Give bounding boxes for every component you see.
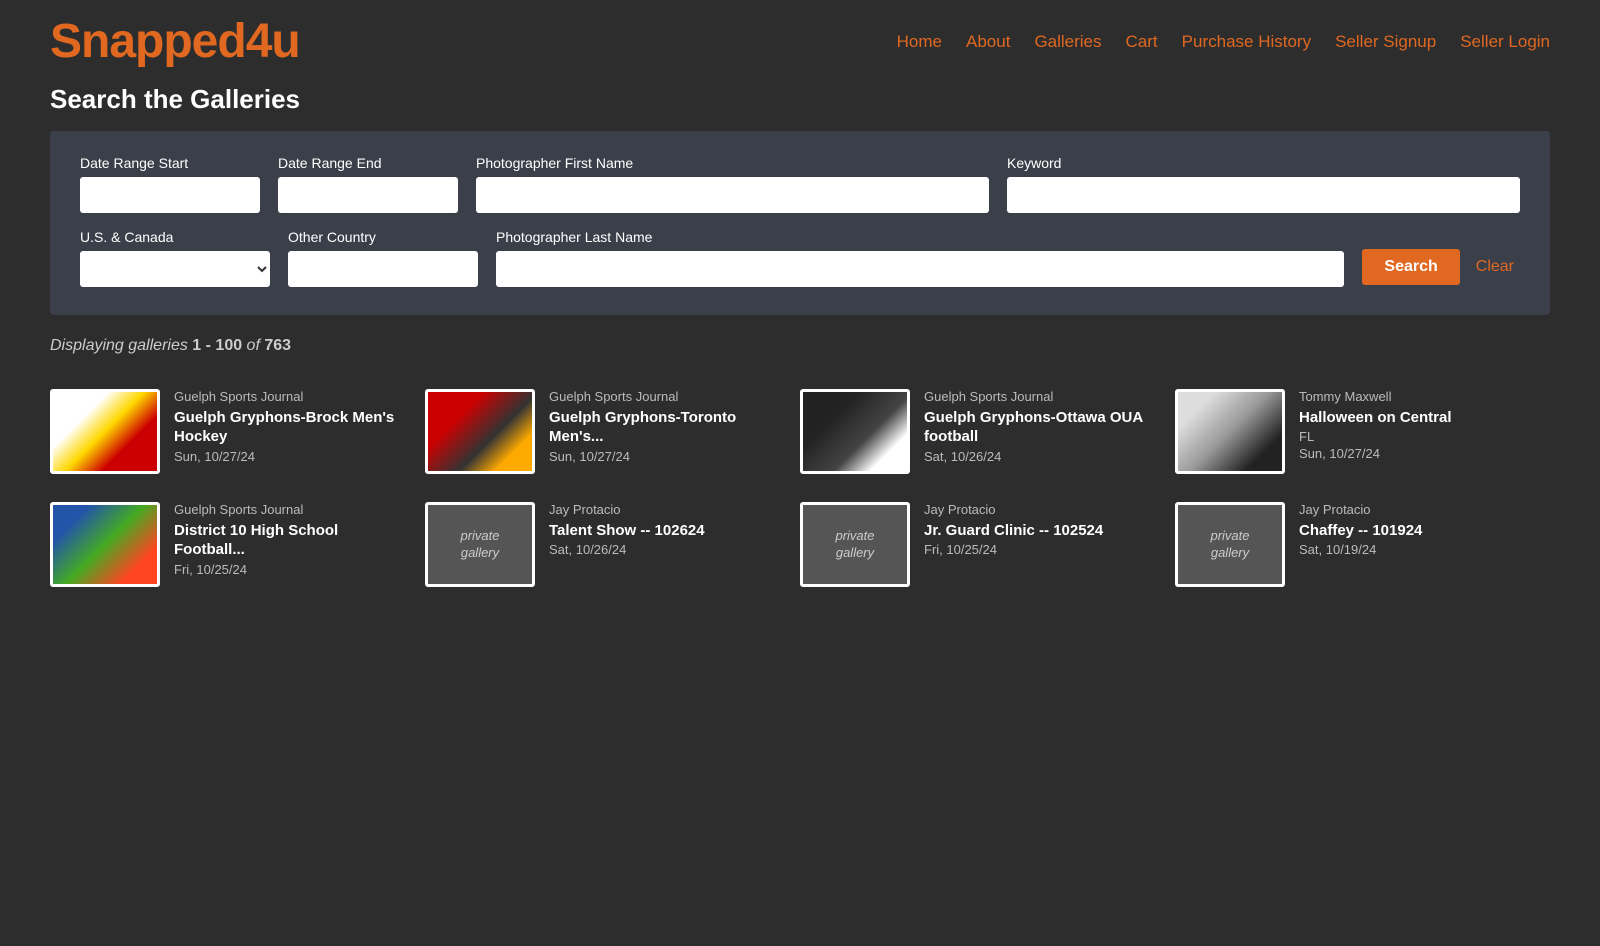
gallery-item[interactable]: Guelph Sports Journal Guelph Gryphons-Ot… [800, 389, 1175, 474]
gallery-thumbnail-private: privategallery [800, 502, 910, 587]
other-country-group: Other Country [288, 229, 478, 287]
gallery-org: Guelph Sports Journal [924, 389, 1155, 406]
logo-text-after: u [271, 15, 299, 68]
date-range-start-input[interactable] [80, 177, 260, 213]
nav-seller-signup[interactable]: Seller Signup [1335, 32, 1436, 52]
gallery-org: Guelph Sports Journal [174, 389, 405, 406]
gallery-org: Guelph Sports Journal [549, 389, 780, 406]
gallery-org: Jay Protacio [924, 502, 1103, 519]
gallery-thumbnail-private: privategallery [425, 502, 535, 587]
gallery-org: Jay Protacio [1299, 502, 1422, 519]
photographer-last-name-input[interactable] [496, 251, 1344, 287]
nav-home[interactable]: Home [897, 32, 942, 52]
search-row-2: U.S. & Canada United States Canada Other… [80, 229, 1520, 287]
gallery-info: Guelph Sports Journal Guelph Gryphons-To… [549, 389, 780, 464]
private-label: privategallery [460, 528, 499, 562]
photographer-first-name-group: Photographer First Name [476, 155, 989, 213]
date-range-start-label: Date Range Start [80, 155, 260, 171]
gallery-thumbnail [425, 389, 535, 474]
gallery-date: Sat, 10/26/24 [549, 542, 705, 557]
results-display-text: Displaying galleries 1 - 100 of 763 [50, 337, 291, 354]
gallery-date: Sun, 10/27/24 [549, 449, 780, 464]
photographer-last-name-label: Photographer Last Name [496, 229, 1344, 245]
site-logo[interactable]: Snapped4u [50, 18, 300, 66]
gallery-date: Sun, 10/27/24 [1299, 446, 1452, 461]
results-info: Displaying galleries 1 - 100 of 763 [0, 315, 1600, 365]
nav-galleries[interactable]: Galleries [1034, 32, 1101, 52]
gallery-row-2: Guelph Sports Journal District 10 High S… [50, 488, 1550, 601]
gallery-title: Halloween on Central [1299, 408, 1452, 428]
gallery-title: Chaffey -- 101924 [1299, 521, 1422, 541]
gallery-title: Guelph Gryphons-Toronto Men's... [549, 408, 780, 447]
nav-about[interactable]: About [966, 32, 1010, 52]
gallery-location: FL [1299, 429, 1452, 444]
photographer-first-name-label: Photographer First Name [476, 155, 989, 171]
gallery-info: Tommy Maxwell Halloween on Central FL Su… [1299, 389, 1452, 461]
gallery-title: Guelph Gryphons-Ottawa OUA football [924, 408, 1155, 447]
search-row-1: Date Range Start Date Range End Photogra… [80, 155, 1520, 213]
gallery-org: Guelph Sports Journal [174, 502, 405, 519]
gallery-org: Jay Protacio [549, 502, 705, 519]
gallery-item[interactable]: Guelph Sports Journal Guelph Gryphons-To… [425, 389, 800, 474]
other-country-input[interactable] [288, 251, 478, 287]
nav-purchase-history[interactable]: Purchase History [1182, 32, 1311, 52]
gallery-item[interactable]: Guelph Sports Journal Guelph Gryphons-Br… [50, 389, 425, 474]
keyword-group: Keyword [1007, 155, 1520, 213]
gallery-title: Guelph Gryphons-Brock Men's Hockey [174, 408, 405, 447]
logo-highlight: 4 [246, 15, 272, 68]
date-range-end-group: Date Range End [278, 155, 458, 213]
gallery-thumbnail [800, 389, 910, 474]
gallery-date: Sat, 10/26/24 [924, 449, 1155, 464]
gallery-info: Guelph Sports Journal Guelph Gryphons-Br… [174, 389, 405, 464]
gallery-item[interactable]: privategallery Jay Protacio Talent Show … [425, 502, 800, 587]
gallery-thumbnail [1175, 389, 1285, 474]
gallery-thumbnail [50, 502, 160, 587]
date-range-start-group: Date Range Start [80, 155, 260, 213]
private-label: privategallery [1210, 528, 1249, 562]
date-range-end-label: Date Range End [278, 155, 458, 171]
us-canada-label: U.S. & Canada [80, 229, 270, 245]
gallery-title: Jr. Guard Clinic -- 102524 [924, 521, 1103, 541]
private-label: privategallery [835, 528, 874, 562]
gallery-info: Guelph Sports Journal District 10 High S… [174, 502, 405, 577]
search-panel: Date Range Start Date Range End Photogra… [50, 131, 1550, 315]
photographer-last-name-group: Photographer Last Name [496, 229, 1344, 287]
gallery-thumbnail [50, 389, 160, 474]
search-button[interactable]: Search [1362, 249, 1459, 285]
photographer-first-name-input[interactable] [476, 177, 989, 213]
gallery-info: Guelph Sports Journal Guelph Gryphons-Ot… [924, 389, 1155, 464]
gallery-info: Jay Protacio Chaffey -- 101924 Sat, 10/1… [1299, 502, 1422, 557]
keyword-label: Keyword [1007, 155, 1520, 171]
page-title: Search the Galleries [0, 76, 1600, 131]
nav-seller-login[interactable]: Seller Login [1460, 32, 1550, 52]
gallery-item[interactable]: Tommy Maxwell Halloween on Central FL Su… [1175, 389, 1550, 474]
search-actions: Search Clear [1362, 249, 1520, 287]
date-range-end-input[interactable] [278, 177, 458, 213]
main-nav: Home About Galleries Cart Purchase Histo… [897, 32, 1550, 52]
gallery-org: Tommy Maxwell [1299, 389, 1452, 406]
gallery-date: Fri, 10/25/24 [174, 562, 405, 577]
nav-cart[interactable]: Cart [1126, 32, 1158, 52]
gallery-date: Sat, 10/19/24 [1299, 542, 1422, 557]
clear-button[interactable]: Clear [1470, 258, 1520, 276]
logo-text-before: Snapped [50, 15, 246, 68]
gallery-thumbnail-private: privategallery [1175, 502, 1285, 587]
galleries-grid: Guelph Sports Journal Guelph Gryphons-Br… [0, 365, 1600, 631]
gallery-title: Talent Show -- 102624 [549, 521, 705, 541]
us-canada-group: U.S. & Canada United States Canada [80, 229, 270, 287]
gallery-date: Sun, 10/27/24 [174, 449, 405, 464]
gallery-date: Fri, 10/25/24 [924, 542, 1103, 557]
gallery-row-1: Guelph Sports Journal Guelph Gryphons-Br… [50, 375, 1550, 488]
keyword-input[interactable] [1007, 177, 1520, 213]
gallery-info: Jay Protacio Talent Show -- 102624 Sat, … [549, 502, 705, 557]
gallery-item[interactable]: Guelph Sports Journal District 10 High S… [50, 502, 425, 587]
gallery-item[interactable]: privategallery Jay Protacio Chaffey -- 1… [1175, 502, 1550, 587]
site-header: Snapped4u Home About Galleries Cart Purc… [0, 0, 1600, 76]
other-country-label: Other Country [288, 229, 478, 245]
gallery-item[interactable]: privategallery Jay Protacio Jr. Guard Cl… [800, 502, 1175, 587]
us-canada-select[interactable]: United States Canada [80, 251, 270, 287]
gallery-info: Jay Protacio Jr. Guard Clinic -- 102524 … [924, 502, 1103, 557]
gallery-title: District 10 High School Football... [174, 521, 405, 560]
